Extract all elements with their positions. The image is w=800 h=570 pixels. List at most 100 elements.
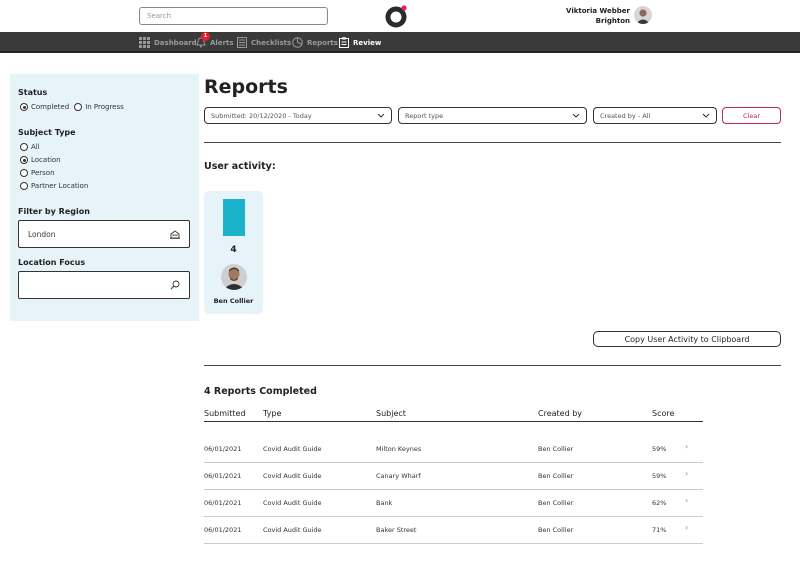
radio-button[interactable] (20, 169, 28, 177)
cell-submitted: 06/01/2021 (204, 499, 242, 507)
radio-button[interactable] (20, 182, 28, 190)
cell-type: Covid Audit Guide (263, 526, 322, 534)
report-type-filter[interactable]: Report type (398, 107, 587, 124)
search-input[interactable]: Search (139, 7, 328, 25)
region-heading: Filter by Region (18, 207, 90, 216)
chevron-right-icon[interactable]: › (685, 442, 688, 451)
pie-chart-icon (292, 37, 303, 48)
user-activity-card[interactable]: 4 Ben Collier (204, 191, 263, 314)
nav-label: Dashboard (154, 38, 197, 47)
cell-subject: Canary Wharf (376, 472, 421, 480)
checklist-icon (237, 37, 247, 48)
user-activity-heading: User activity: (204, 161, 276, 172)
divider (204, 142, 781, 143)
radio-partner-location[interactable]: Partner Location (20, 182, 88, 190)
nav-item-alerts[interactable]: 1 Alerts (196, 32, 234, 53)
avatar[interactable] (634, 6, 652, 24)
radio-location[interactable]: Location (20, 156, 61, 164)
table-row[interactable]: 06/01/2021 Covid Audit Guide Bank Ben Co… (204, 490, 703, 517)
chevron-right-icon[interactable]: › (685, 469, 688, 478)
status-heading: Status (18, 88, 48, 97)
nav-label: Checklists (251, 38, 292, 47)
table-row[interactable]: 06/01/2021 Covid Audit Guide Canary Whar… (204, 463, 703, 490)
cell-subject: Bank (376, 499, 393, 507)
cell-type: Covid Audit Guide (263, 499, 322, 507)
location-focus-input[interactable] (18, 271, 190, 299)
cell-submitted: 06/01/2021 (204, 445, 242, 453)
radio-label: In Progress (85, 103, 124, 111)
page-title: Reports (204, 76, 288, 98)
radio-button[interactable] (20, 143, 28, 151)
cell-score: 59% (652, 445, 667, 453)
region-field[interactable]: London (18, 220, 190, 248)
radio-label: Partner Location (31, 182, 89, 190)
chevron-down-icon (572, 113, 580, 118)
divider (204, 365, 781, 366)
radio-button[interactable] (20, 103, 28, 111)
cell-type: Covid Audit Guide (263, 445, 322, 453)
main-nav: Dashboard 1 Alerts Checklists Reports Re… (0, 32, 800, 53)
copy-activity-button[interactable]: Copy User Activity to Clipboard (593, 331, 781, 347)
avatar (221, 264, 247, 290)
cell-submitted: 06/01/2021 (204, 526, 242, 534)
cell-created-by: Ben Collier (538, 526, 574, 534)
reports-count-heading: 4 Reports Completed (204, 386, 317, 397)
cell-score: 59% (652, 472, 667, 480)
created-by-filter-value: Created by - All (600, 111, 651, 120)
activity-bar (223, 199, 245, 236)
radio-label: All (31, 143, 40, 151)
activity-count: 4 (230, 245, 237, 255)
cell-subject: Milton Keynes (376, 445, 422, 453)
cell-created-by: Ben Collier (538, 472, 574, 480)
radio-label: Location (31, 156, 61, 164)
radio-all[interactable]: All (20, 143, 40, 151)
radio-label: Completed (31, 103, 70, 111)
radio-in-progress[interactable] (74, 103, 83, 111)
location-focus-heading: Location Focus (18, 258, 86, 267)
radio-person[interactable]: Person (20, 169, 55, 177)
cell-type: Covid Audit Guide (263, 472, 322, 480)
created-by-filter[interactable]: Created by - All (593, 107, 717, 124)
nav-item-dashboard[interactable]: Dashboard (139, 32, 197, 53)
column-header-submitted[interactable]: Submitted (204, 409, 246, 418)
cell-score: 71% (652, 526, 667, 534)
cell-created-by: Ben Collier (538, 499, 574, 507)
nav-label: Alerts (210, 38, 234, 47)
subject-type-heading: Subject Type (18, 128, 76, 137)
brand-logo (385, 5, 407, 28)
column-header-created-by[interactable]: Created by (538, 409, 582, 418)
report-type-filter-value: Report type (405, 111, 444, 120)
chevron-down-icon (377, 113, 385, 118)
cell-created-by: Ben Collier (538, 445, 574, 453)
nav-label: Review (353, 38, 382, 47)
radio-completed[interactable]: Completed In Progress (20, 103, 124, 111)
nav-item-checklists[interactable]: Checklists (237, 32, 291, 53)
nav-item-reports[interactable]: Reports (292, 32, 338, 53)
region-value: London (28, 229, 56, 239)
column-header-subject[interactable]: Subject (376, 409, 406, 418)
user-location: Brighton (595, 17, 630, 25)
filter-sidebar: Status Completed In Progress Subject Typ… (10, 74, 199, 321)
table-row[interactable]: 06/01/2021 Covid Audit Guide Milton Keyn… (204, 436, 703, 463)
chevron-right-icon[interactable]: › (685, 496, 688, 505)
alerts-badge: 1 (201, 32, 210, 41)
cell-score: 62% (652, 499, 667, 507)
user-name: Viktoria Webber (566, 7, 630, 15)
radio-button[interactable] (20, 156, 28, 164)
nav-label: Reports (307, 38, 338, 47)
chevron-down-icon (702, 113, 710, 118)
nav-item-review[interactable]: Review (339, 32, 381, 53)
chevron-right-icon[interactable]: › (685, 523, 688, 532)
column-header-type[interactable]: Type (263, 409, 281, 418)
user-info[interactable]: Viktoria Webber Brighton (566, 6, 630, 26)
clipboard-icon (339, 37, 349, 48)
submitted-filter[interactable]: Submitted: 20/12/2020 - Today (204, 107, 392, 124)
table-row[interactable]: 06/01/2021 Covid Audit Guide Baker Stree… (204, 517, 703, 544)
top-header: Search Viktoria Webber Brighton (0, 0, 800, 32)
table-header-rule (204, 421, 703, 422)
activity-user-name: Ben Collier (213, 297, 254, 305)
cell-submitted: 06/01/2021 (204, 472, 242, 480)
grid-icon (139, 37, 150, 48)
clear-button[interactable]: Clear (722, 107, 781, 124)
column-header-score[interactable]: Score (652, 409, 674, 418)
